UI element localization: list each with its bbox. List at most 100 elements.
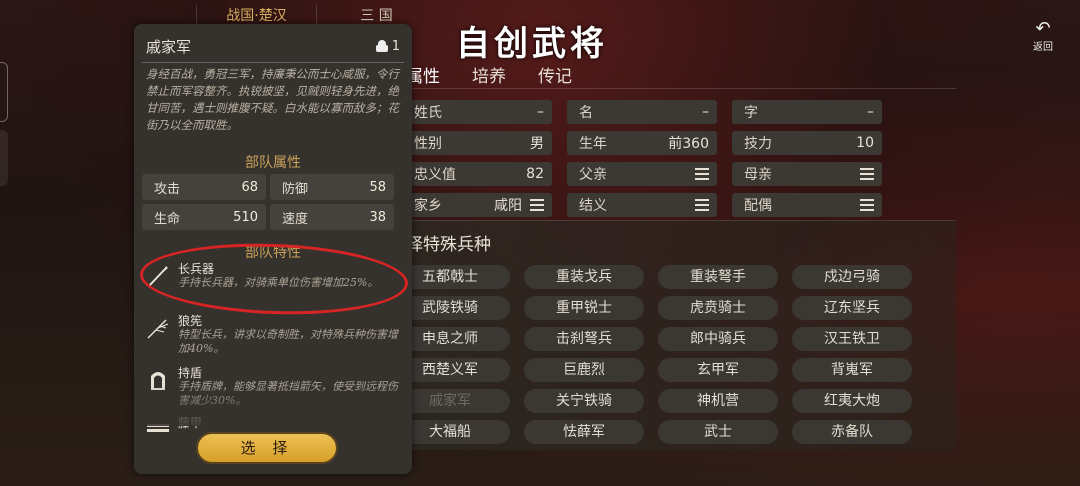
troop-button[interactable]: 虎贲骑士: [658, 296, 778, 320]
troop-button[interactable]: 红夷大炮: [792, 389, 912, 413]
trait-desc: 特型长兵，讲求以奇制胜，对特殊兵种伤害增加40%。: [178, 328, 398, 355]
menu-icon[interactable]: [860, 168, 874, 180]
troop-button[interactable]: 重装戈兵: [524, 265, 644, 289]
troop-button[interactable]: 背嵬军: [792, 358, 912, 382]
attr-field[interactable]: 父亲: [567, 162, 717, 186]
soldier-icon: [375, 40, 388, 52]
back-button[interactable]: ↶ 返回: [1026, 18, 1060, 54]
attr-label: 结义: [579, 198, 607, 214]
attr-label: 生年: [579, 136, 607, 152]
attr-value-wrap: [687, 199, 709, 211]
troop-button[interactable]: 戍边弓骑: [792, 265, 912, 289]
stat-value: 38: [369, 209, 386, 225]
attr-label: 配偶: [744, 198, 772, 214]
attr-value-wrap: 82: [526, 166, 544, 182]
attr-value: –: [867, 104, 874, 120]
stat-speed: 速度 38: [270, 204, 394, 230]
attr-value: 10: [856, 135, 874, 151]
attr-value-wrap: 咸阳: [494, 195, 544, 215]
attr-value-wrap: –: [867, 104, 874, 120]
attr-value: 咸阳: [494, 198, 522, 214]
attr-field[interactable]: 生年 前360: [567, 131, 717, 155]
attr-label: 家乡: [414, 198, 442, 214]
section-attributes-title: 部队属性: [245, 155, 301, 171]
attr-field[interactable]: 家乡 咸阳: [402, 193, 552, 217]
attr-field[interactable]: 母亲: [732, 162, 882, 186]
menu-icon[interactable]: [530, 199, 544, 211]
tab-underline: [396, 88, 956, 89]
spear-icon: [148, 266, 168, 287]
troop-button[interactable]: 关宁铁骑: [524, 389, 644, 413]
left-edge-handle[interactable]: [0, 62, 8, 122]
attr-field[interactable]: 名 –: [567, 100, 717, 124]
special-troops-title: 择特殊兵种: [406, 235, 491, 255]
attr-field[interactable]: 技力 10: [732, 131, 882, 155]
attr-value-wrap: [687, 168, 709, 180]
trait-name: 持盾: [178, 366, 203, 380]
troop-button[interactable]: 神机营: [658, 389, 778, 413]
troop-button[interactable]: 辽东坚兵: [792, 296, 912, 320]
sub-tabs: 属性 培养 传记: [406, 62, 604, 87]
troop-button[interactable]: 重装弩手: [658, 265, 778, 289]
trait-long-weapon: 长兵器 手持长兵器，对骑乘单位伤害增加25%。: [144, 260, 402, 308]
trait-name: 长兵器: [178, 262, 215, 276]
troop-button[interactable]: 赤备队: [792, 420, 912, 444]
attr-value-wrap: [852, 199, 874, 211]
troop-button[interactable]: 郎中骑兵: [658, 327, 778, 351]
attr-value-wrap: [852, 168, 874, 180]
panel-scroll-fade: [134, 386, 412, 426]
tab-attributes[interactable]: 属性: [406, 62, 472, 87]
stat-attack: 攻击 68: [142, 174, 266, 200]
troop-count-value: 1: [391, 38, 400, 54]
panel-header: 戚家军 1: [146, 36, 400, 56]
attr-field[interactable]: 性别 男: [402, 131, 552, 155]
left-edge-tab[interactable]: [0, 130, 8, 186]
stat-value: 58: [369, 179, 386, 195]
tab-training[interactable]: 培养: [472, 62, 538, 87]
stat-defense: 防御 58: [270, 174, 394, 200]
troop-button[interactable]: 武士: [658, 420, 778, 444]
troop-detail-panel: 戚家军 1 身经百战，勇冠三军，持廉秉公而士心咸服，令行禁止而军容整齐。执锐披坚…: [134, 24, 412, 474]
stat-health: 生命 510: [142, 204, 266, 230]
attr-label: 技力: [744, 136, 772, 152]
menu-icon[interactable]: [695, 199, 709, 211]
menu-icon[interactable]: [860, 199, 874, 211]
troop-button[interactable]: 巨鹿烈: [524, 358, 644, 382]
attr-field[interactable]: 配偶: [732, 193, 882, 217]
attr-value-wrap: 10: [856, 135, 874, 151]
panel-description: 身经百战，勇冠三军，持廉秉公而士心咸服，令行禁止而军容整齐。执锐披坚，见贼则轻身…: [146, 67, 399, 132]
attr-label: 名: [579, 105, 593, 121]
stat-label: 防御: [282, 181, 309, 197]
attr-field[interactable]: 结义: [567, 193, 717, 217]
menu-icon[interactable]: [695, 168, 709, 180]
attr-value: 男: [530, 136, 544, 152]
attr-value: 82: [526, 166, 544, 182]
trait-desc: 手持长兵器，对骑乘单位伤害增加25%。: [178, 276, 379, 289]
tab-biography[interactable]: 传记: [538, 62, 604, 87]
troop-button[interactable]: 玄甲军: [658, 358, 778, 382]
attr-label: 性别: [414, 136, 442, 152]
panel-title: 戚家军: [146, 37, 192, 56]
troop-button[interactable]: 重甲锐士: [524, 296, 644, 320]
attr-value: –: [537, 104, 544, 120]
stat-label: 攻击: [154, 181, 181, 197]
troop-button[interactable]: 击刹弩兵: [524, 327, 644, 351]
troop-count: 1: [375, 38, 400, 54]
attr-value-wrap: –: [702, 104, 709, 120]
attr-field[interactable]: 字 –: [732, 100, 882, 124]
troop-button[interactable]: 汉王铁卫: [792, 327, 912, 351]
attr-label: 母亲: [744, 167, 772, 183]
troop-button[interactable]: 怯薛军: [524, 420, 644, 444]
attr-label: 忠义值: [414, 167, 456, 183]
attr-field[interactable]: 忠义值 82: [402, 162, 552, 186]
stat-label: 生命: [154, 211, 181, 227]
attr-field[interactable]: 姓氏 –: [402, 100, 552, 124]
section-traits-title: 部队特性: [245, 245, 301, 261]
trait-wolf-brush: 狼筅 特型长兵，讲求以奇制胜，对特殊兵种伤害增加40%。: [144, 312, 402, 362]
page-title: 自创武将: [456, 24, 608, 64]
back-arrow-icon: ↶: [1035, 18, 1051, 39]
select-button[interactable]: 选 择: [196, 432, 338, 464]
stat-value: 68: [241, 179, 258, 195]
attr-label: 字: [744, 105, 758, 121]
attr-value: –: [702, 104, 709, 120]
